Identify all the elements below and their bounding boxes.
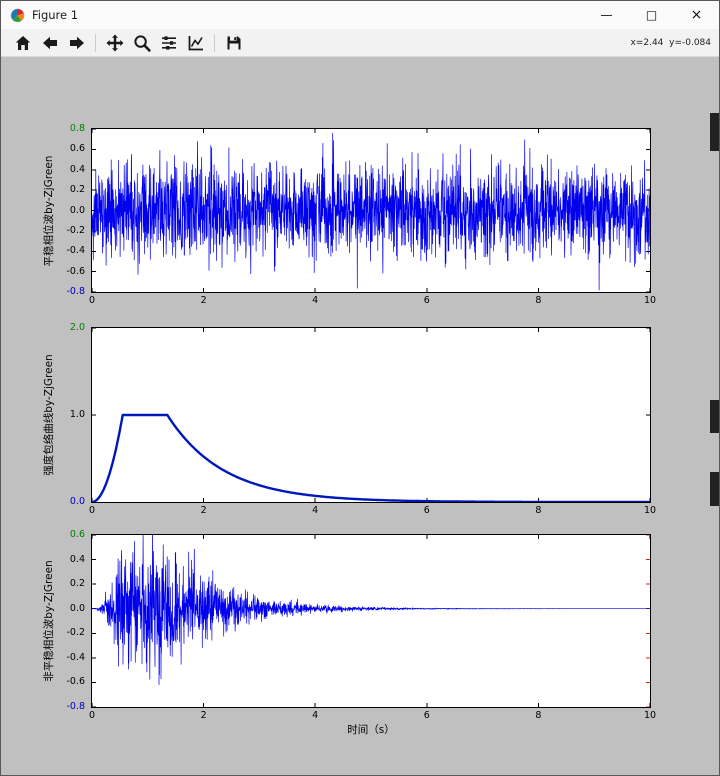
axis-ylabel: 非平稳相位波by-ZjGreen [42,560,55,682]
window-controls: — □ × [584,1,719,29]
tick-label-x: 4 [312,710,319,721]
maximize-button[interactable]: □ [629,1,674,29]
series-nonstationary-phase-wave [91,521,651,686]
matplotlib-logo-icon [10,8,25,23]
home-button[interactable] [9,31,36,55]
tick-label-x: 2 [200,505,207,516]
background-window-artifact [710,400,719,433]
zoom-button[interactable] [128,31,155,55]
series-intensity-envelope [91,413,651,504]
save-icon [227,36,240,49]
tick-label-x: 10 [643,710,657,721]
plot-area [91,327,651,504]
configure-subplots-icon [161,35,176,50]
forward-button[interactable] [63,31,90,55]
axes-subplot-2[interactable] [91,327,651,504]
tick-label-x: 0 [88,505,96,516]
figure-canvas[interactable]: 0 2 4 6 8 10 0.8 0.6 0.4 0.2 0.0 -0.2 -0.4 -0.6 -0.8 平稳… [1,57,719,775]
cursor-coords-readout: x=2.44 y=-0.084 [630,37,711,48]
navigation-toolbar: x=2.44 y=-0.084 [1,29,719,57]
tick-label-x: 10 [643,505,657,516]
background-window-artifact [710,472,719,506]
tick-label-x: 8 [535,505,542,516]
tick-label-x: 6 [423,295,430,306]
tick-label-x: 0 [88,295,96,306]
home-icon [15,35,30,50]
figure-window: Figure 1 — □ × x=2.44 y=-0.084 0 2 4 6 8… [0,0,720,776]
plot-area [91,521,651,708]
background-window-artifact [710,113,719,151]
toolbar-separator [95,33,96,52]
edit-axes-icon [188,35,203,50]
back-button[interactable] [36,31,63,55]
zoom-icon [133,34,151,52]
tick-label-y: 2.0 [69,322,85,333]
window-title: Figure 1 [32,8,79,22]
tick-label-x: 0 [88,710,96,721]
minimize-button[interactable]: — [584,1,629,29]
tick-label-y: 0.0 [69,496,85,507]
tick-label-x: 10 [643,295,657,306]
configure-subplots-button[interactable] [155,31,182,55]
back-icon [42,36,57,49]
pan-button[interactable] [101,31,128,55]
axis-ylabel: 平稳相位波by-ZjGreen [42,155,55,266]
save-button[interactable] [220,31,247,55]
tick-label-x: 8 [535,295,542,306]
tick-label-x: 6 [423,710,430,721]
tick-label-y: -0.8 [66,701,85,712]
tick-label-y: 0.8 [69,123,85,134]
tick-label-x: 4 [312,505,319,516]
tick-label-x: 2 [200,295,207,306]
forward-icon [69,36,84,49]
close-button[interactable]: × [674,1,719,29]
tick-label-y: 0.6 [69,529,85,540]
tick-label-y: -0.6 [66,265,85,277]
pan-icon [106,34,123,51]
tick-label-y: -0.8 [66,286,85,297]
tick-label-x: 2 [200,710,207,721]
edit-axes-button[interactable] [182,31,209,55]
tick-label-x: 8 [535,710,542,721]
tick-label-x: 6 [423,505,430,516]
tick-label-x: 4 [312,295,319,306]
series-stationary-phase-wave [91,132,651,291]
titlebar[interactable]: Figure 1 — □ × [1,1,719,29]
plot-area [91,128,651,293]
axes-subplot-3[interactable] [91,521,651,708]
axis-ylabel: 强度包络曲线by-ZjGreen [42,354,55,476]
axis-xlabel: 时间（s） [347,724,395,736]
axes-subplot-1[interactable] [91,128,651,293]
toolbar-separator [214,33,215,52]
tick-label-y: 0.6 [69,143,85,155]
